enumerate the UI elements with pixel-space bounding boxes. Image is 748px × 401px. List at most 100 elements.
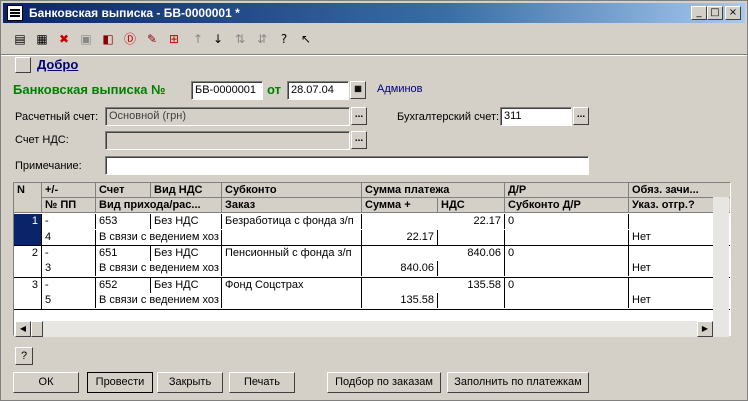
row-sub-dr[interactable]	[505, 261, 629, 276]
row-vat[interactable]	[438, 261, 505, 276]
help-icon[interactable]: ?	[275, 30, 293, 48]
print-button[interactable]: Печать	[229, 372, 295, 393]
row-dr[interactable]: 0	[505, 246, 629, 261]
col-kind[interactable]: Вид прихода/рас...	[96, 198, 222, 213]
account-field[interactable]: Основной (грн)	[105, 107, 350, 126]
col-account[interactable]: Счет	[96, 183, 151, 198]
row-amount[interactable]: 135.58	[362, 278, 505, 293]
row-vat-type[interactable]: Без НДС	[151, 214, 222, 229]
row-kind[interactable]: В связи с ведением хоз	[96, 293, 222, 308]
vat-account-select-button[interactable]: ...	[351, 131, 367, 149]
add-row-icon[interactable]: ▤	[11, 30, 29, 48]
row-amount-plus[interactable]: 840.06	[362, 261, 438, 276]
row-pp[interactable]: 4	[42, 230, 96, 245]
fill-payments-button[interactable]: Заполнить по платежкам	[447, 372, 589, 393]
calendar-icon[interactable]: ▦	[350, 81, 366, 99]
help-button[interactable]: ?	[15, 347, 33, 365]
row-account[interactable]: 651	[96, 246, 151, 261]
row-account[interactable]: 652	[96, 278, 151, 293]
note-label: Примечание:	[15, 160, 82, 172]
row-vat[interactable]	[438, 230, 505, 245]
scroll-thumb[interactable]	[31, 321, 43, 337]
row-pp[interactable]: 5	[42, 293, 96, 308]
add-row-plus-icon[interactable]: ▦	[33, 30, 51, 48]
row-dr[interactable]: 0	[505, 278, 629, 293]
col-n[interactable]: N	[14, 183, 42, 213]
col-amount[interactable]: Сумма платежа	[362, 183, 505, 198]
close-button[interactable]: ×	[725, 6, 741, 20]
col-order[interactable]: Заказ	[222, 198, 362, 213]
delete-icon[interactable]: Ⓓ	[121, 30, 139, 48]
title-bar: Банковская выписка - БВ-0000001 * _ □ ×	[3, 3, 745, 23]
vertical-scrollbar[interactable]	[713, 197, 729, 321]
maximize-button[interactable]: □	[707, 6, 723, 20]
note-field[interactable]	[105, 156, 589, 175]
row-sign[interactable]: -	[42, 278, 96, 293]
row-sign[interactable]: -	[42, 246, 96, 261]
account-select-button[interactable]: ...	[351, 107, 367, 125]
context-help-icon[interactable]: ↖	[297, 30, 315, 48]
move-down-icon[interactable]: ↓	[209, 30, 227, 48]
separator	[1, 54, 747, 56]
acc-account-field[interactable]: 311	[500, 107, 572, 126]
edit-icon[interactable]: ✎	[143, 30, 161, 48]
scroll-right-icon[interactable]: ▶	[697, 321, 713, 337]
mark-delete-icon[interactable]: ◧	[99, 30, 117, 48]
col-pp[interactable]: № ПП	[42, 198, 96, 213]
row-sign[interactable]: -	[42, 214, 96, 229]
minimize-button[interactable]: _	[691, 6, 707, 20]
row-order[interactable]	[222, 293, 362, 308]
row-vat-type[interactable]: Без НДС	[151, 246, 222, 261]
close-form-button[interactable]: Закрыть	[157, 372, 223, 393]
sort-desc-icon[interactable]: ⇵	[253, 30, 271, 48]
row-sub-dr[interactable]	[505, 230, 629, 245]
company-link[interactable]: Добро	[37, 57, 78, 72]
acc-account-select-button[interactable]: ...	[573, 107, 589, 125]
col-vat-type[interactable]: Вид НДС	[151, 183, 222, 198]
copy-row-icon[interactable]: ▣	[77, 30, 95, 48]
col-sign[interactable]: +/-	[42, 183, 96, 198]
row-amount[interactable]: 22.17	[362, 214, 505, 229]
insert-icon[interactable]: ⊞	[165, 30, 183, 48]
col-subconto[interactable]: Субконто	[222, 183, 362, 198]
row-dr[interactable]: 0	[505, 214, 629, 229]
row-amount-plus[interactable]: 22.17	[362, 230, 438, 245]
row-vat-type[interactable]: Без НДС	[151, 278, 222, 293]
account-label: Расчетный счет:	[15, 111, 99, 123]
col-sub-dr[interactable]: Субконто Д/Р	[505, 198, 629, 213]
col-dr[interactable]: Д/Р	[505, 183, 629, 198]
payments-table[interactable]: N +/- Счет Вид НДС Субконто Сумма платеж…	[13, 182, 731, 336]
col-amount-plus[interactable]: Сумма +	[362, 198, 438, 213]
delete-row-icon[interactable]: ✖	[55, 30, 73, 48]
row-number[interactable]: 3	[14, 278, 42, 309]
link-button[interactable]	[15, 57, 31, 73]
row-subconto[interactable]: Безработица с фонда з/п	[222, 214, 362, 229]
vat-account-label: Счет НДС:	[15, 134, 69, 146]
post-button[interactable]: Провести	[87, 372, 153, 393]
horizontal-scrollbar[interactable]: ◀ ▶	[15, 321, 729, 337]
move-up-icon[interactable]: ↑	[189, 30, 207, 48]
row-account[interactable]: 653	[96, 214, 151, 229]
row-amount-plus[interactable]: 135.58	[362, 293, 438, 308]
select-orders-button[interactable]: Подбор по заказам	[327, 372, 441, 393]
row-vat[interactable]	[438, 293, 505, 308]
row-order[interactable]	[222, 230, 362, 245]
row-number[interactable]: 2	[14, 246, 42, 277]
row-order[interactable]	[222, 261, 362, 276]
row-subconto[interactable]: Фонд Соцстрах	[222, 278, 362, 293]
row-kind[interactable]: В связи с ведением хоз	[96, 230, 222, 245]
row-sub-dr[interactable]	[505, 293, 629, 308]
vat-account-field[interactable]	[105, 131, 350, 150]
row-pp[interactable]: 3	[42, 261, 96, 276]
scroll-left-icon[interactable]: ◀	[15, 321, 31, 337]
col-obligation[interactable]: Обяз. зачи...	[629, 183, 730, 198]
doc-date-field[interactable]: 28.07.04	[287, 81, 349, 100]
row-kind[interactable]: В связи с ведением хоз	[96, 261, 222, 276]
sort-asc-icon[interactable]: ⇅	[231, 30, 249, 48]
ok-button[interactable]: ОК	[13, 372, 79, 393]
row-amount[interactable]: 840.06	[362, 246, 505, 261]
row-number[interactable]: 1	[14, 214, 42, 246]
col-vat[interactable]: НДС	[438, 198, 505, 213]
doc-number-field[interactable]: БВ-0000001	[191, 81, 263, 100]
row-subconto[interactable]: Пенсионный с фонда з/п	[222, 246, 362, 261]
